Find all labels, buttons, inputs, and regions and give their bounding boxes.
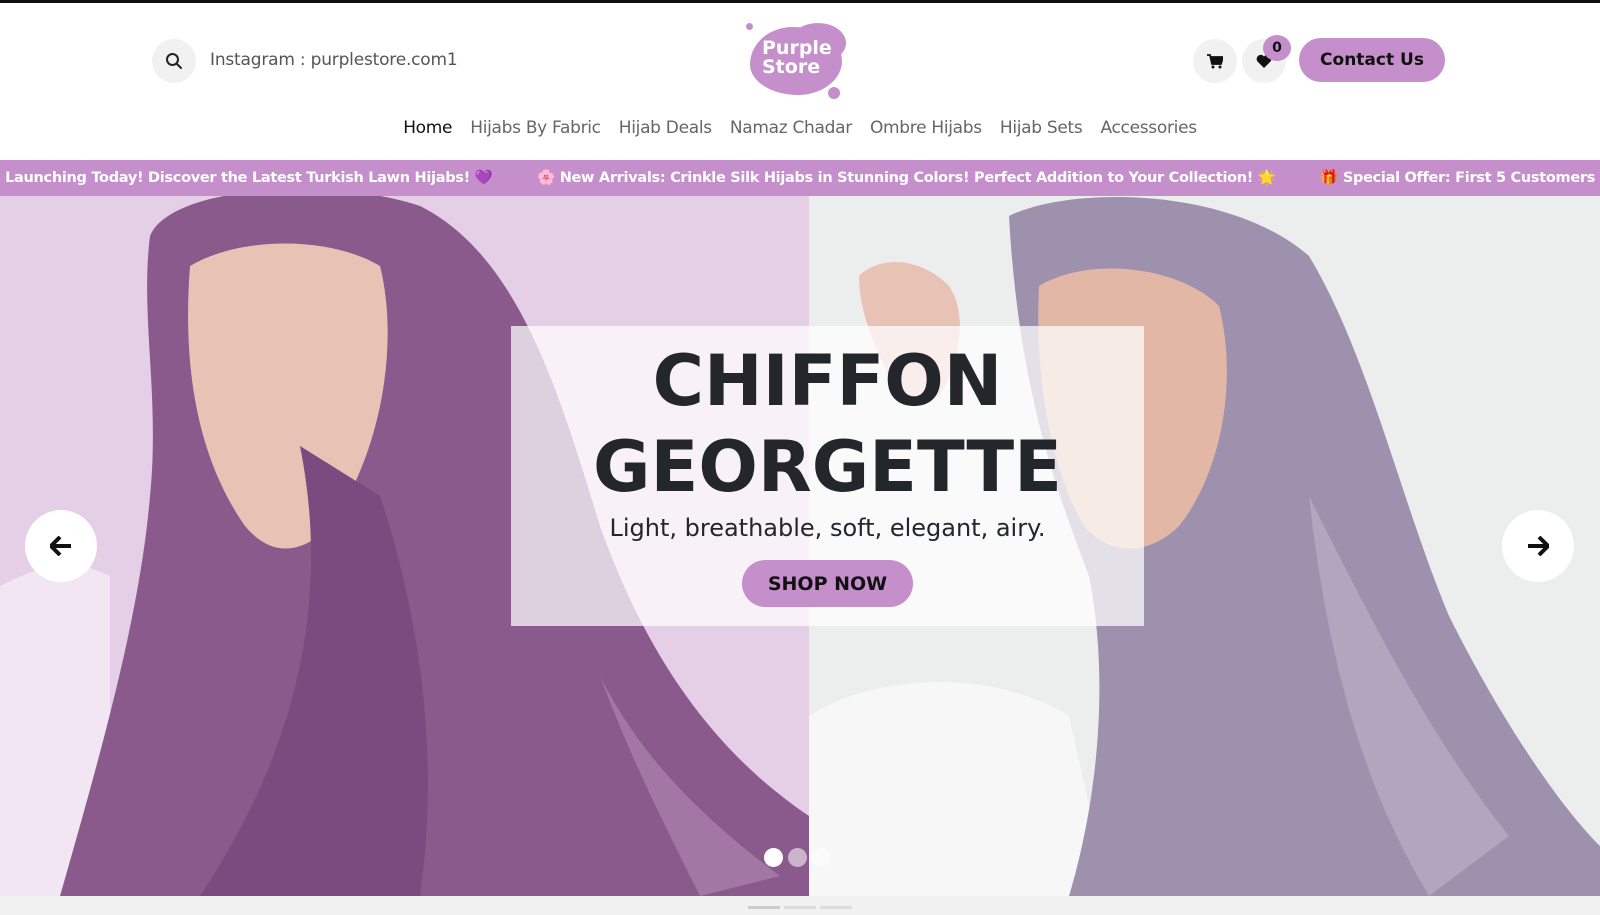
arrow-left-icon [50, 536, 71, 556]
hero-title: CHIFFON GEORGETTE [511, 338, 1144, 510]
logo-text: Purple Store [762, 37, 832, 78]
search-input[interactable]: Instagram : purplestore.com1 [210, 50, 458, 70]
announcement-item: 🌸 New Arrivals: Crinkle Silk Hijabs in S… [537, 170, 1276, 186]
section-progress-bar [784, 906, 816, 909]
wishlist-count-badge: 0 [1263, 35, 1291, 61]
announcement-track: s Launching Today! Discover the Latest T… [0, 169, 1600, 186]
nav-item-hijab-sets[interactable]: Hijab Sets [1000, 118, 1083, 148]
logo-dot [746, 23, 753, 30]
announcement-bar: s Launching Today! Discover the Latest T… [0, 160, 1600, 196]
nav-item-namaz-chadar[interactable]: Namaz Chadar [730, 118, 852, 148]
nav-item-accessories[interactable]: Accessories [1100, 118, 1197, 148]
section-progress-bar [748, 906, 780, 909]
announcement-item: 🎁 Special Offer: First 5 Customers Will … [1320, 170, 1600, 186]
hero-slider: CHIFFON GEORGETTE Light, breathable, sof… [0, 196, 1600, 896]
announcement-item: s Launching Today! Discover the Latest T… [0, 170, 493, 186]
nav-item-hijabs-by-fabric[interactable]: Hijabs By Fabric [470, 118, 601, 148]
site-header: Instagram : purplestore.com1 Purple Stor… [0, 3, 1600, 115]
next-slide-button[interactable] [1502, 510, 1574, 582]
slide-indicators [764, 848, 831, 867]
nav-item-hijab-deals[interactable]: Hijab Deals [619, 118, 712, 148]
search-icon [166, 53, 182, 69]
previous-slide-button[interactable] [25, 510, 97, 582]
slide-dot-3[interactable] [812, 848, 831, 867]
arrow-right-icon [1528, 536, 1549, 556]
store-logo[interactable]: Purple Store [746, 21, 850, 101]
shop-now-button[interactable]: SHOP NOW [742, 560, 913, 607]
nav-item-ombre-hijabs[interactable]: Ombre Hijabs [870, 118, 982, 148]
cart-icon [1207, 53, 1223, 68]
search-button[interactable] [152, 39, 196, 83]
slide-dot-1[interactable] [764, 848, 783, 867]
logo-dot [828, 87, 840, 99]
cart-button[interactable] [1193, 39, 1237, 83]
section-progress-bar [820, 906, 852, 909]
hero-title-line: GEORGETTE [593, 426, 1062, 508]
contact-us-button[interactable]: Contact Us [1299, 38, 1445, 82]
hero-subtitle: Light, breathable, soft, elegant, airy. [609, 514, 1046, 542]
hero-title-line: CHIFFON [652, 340, 1003, 422]
slide-dot-2[interactable] [788, 848, 807, 867]
main-nav: Home Hijabs By Fabric Hijab Deals Namaz … [0, 118, 1600, 148]
nav-item-home[interactable]: Home [403, 118, 452, 148]
